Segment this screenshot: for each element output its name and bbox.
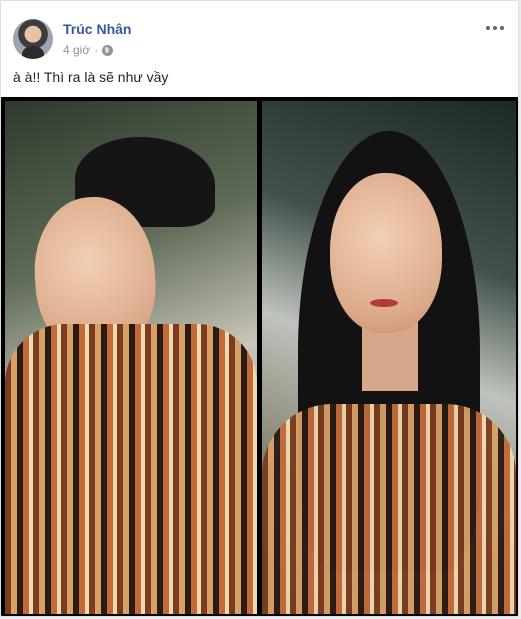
more-options-icon[interactable] xyxy=(484,19,506,37)
globe-icon[interactable] xyxy=(102,44,114,56)
author-name[interactable]: Trúc Nhân xyxy=(63,21,131,37)
post-header: Trúc Nhân 4 giờ · xyxy=(13,13,506,59)
post-meta: 4 giờ · xyxy=(63,43,114,57)
post-time[interactable]: 4 giờ xyxy=(63,43,90,57)
photo-grid xyxy=(1,97,518,616)
photo-left[interactable] xyxy=(5,101,257,614)
photo-right[interactable] xyxy=(262,101,516,614)
meta-separator: · xyxy=(94,43,99,57)
post-text: à à!! Thì ra là sẽ như vầy xyxy=(13,69,169,85)
profile-avatar[interactable] xyxy=(13,19,53,59)
facebook-post-card: Trúc Nhân 4 giờ · à à!! Thì ra là sẽ như… xyxy=(0,0,519,617)
